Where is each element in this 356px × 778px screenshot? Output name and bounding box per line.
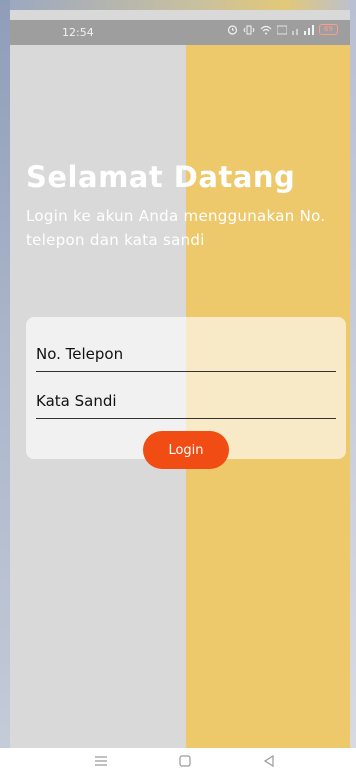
background-strip-right — [350, 0, 356, 778]
home-icon[interactable] — [178, 754, 192, 768]
login-button[interactable]: Login — [143, 431, 229, 469]
password-input[interactable] — [36, 384, 336, 419]
battery-icon: 69 — [319, 24, 338, 35]
background-strip-left — [0, 0, 10, 778]
status-bar: 12:54 69 — [10, 20, 350, 45]
background-strip-top — [0, 0, 356, 10]
status-time: 12:54 — [62, 26, 94, 39]
alarm-icon — [227, 25, 238, 35]
wifi-icon — [260, 25, 272, 34]
welcome-subtitle: Login ke akun Anda menggunakan No. telep… — [26, 207, 326, 249]
navigation-bar — [0, 748, 356, 778]
menu-icon[interactable] — [94, 754, 108, 768]
phone-input[interactable] — [36, 337, 336, 372]
welcome-title: Selamat Datang — [26, 160, 296, 194]
vibrate-icon — [243, 25, 255, 34]
network-type-icon — [277, 25, 287, 34]
back-icon[interactable] — [262, 754, 276, 768]
login-card: Login — [26, 317, 346, 469]
signal-icon — [292, 24, 314, 35]
status-icons: 69 — [227, 24, 338, 35]
